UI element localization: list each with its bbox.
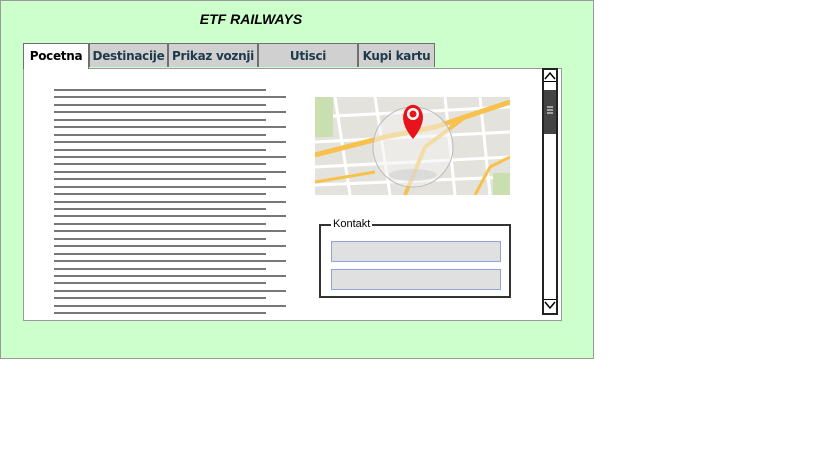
scroll-grip-icon [547, 106, 553, 114]
text-line [54, 141, 286, 144]
contact-legend: Kontakt [331, 218, 373, 230]
text-line [54, 297, 266, 300]
text-line [54, 193, 266, 196]
text-line [54, 252, 266, 255]
text-lines-placeholder [54, 89, 286, 320]
tab-kupi-kartu[interactable]: Kupi kartu [358, 43, 435, 67]
scroll-thumb[interactable] [544, 90, 556, 134]
text-line [54, 282, 266, 285]
tab-prikaz-voznji[interactable]: Prikaz voznji [168, 43, 258, 67]
text-line [54, 155, 286, 158]
text-line [54, 148, 266, 151]
text-line [54, 312, 266, 315]
text-line [54, 111, 286, 114]
tab-utisci-korisnika[interactable]: Utisci korisnika [258, 43, 358, 87]
contact-field-2[interactable] [331, 269, 501, 290]
contact-field-1[interactable] [331, 241, 501, 262]
page-title: ETF RAILWAYS [199, 11, 303, 27]
text-line [54, 126, 286, 129]
vertical-scrollbar[interactable] [542, 68, 558, 315]
text-line [54, 118, 266, 121]
text-line [54, 89, 266, 91]
text-line [54, 289, 286, 292]
app-window: ETF RAILWAYS Pocetna Destinacije Prikaz … [0, 0, 594, 359]
text-line [54, 133, 266, 136]
text-line [54, 170, 286, 173]
text-line [54, 200, 286, 203]
tab-destinacije[interactable]: Destinacije [89, 43, 168, 67]
text-line [54, 237, 266, 240]
text-line [54, 304, 286, 307]
text-line [54, 185, 286, 188]
text-line [54, 103, 266, 106]
text-line [54, 178, 266, 181]
text-line [54, 215, 286, 218]
text-line [54, 208, 266, 210]
text-line [54, 245, 286, 248]
text-line [54, 96, 286, 99]
text-line [54, 230, 286, 233]
map-graphic [315, 97, 510, 195]
text-line [54, 260, 286, 263]
text-line [54, 222, 266, 225]
contact-fieldset: Kontakt [319, 218, 511, 298]
text-line [54, 163, 266, 166]
scroll-up-arrow-icon[interactable] [544, 70, 556, 82]
text-line [54, 274, 286, 277]
scroll-down-arrow-icon[interactable] [544, 299, 556, 311]
map-image[interactable] [315, 97, 510, 195]
text-line [54, 267, 266, 270]
tab-pocetna[interactable]: Pocetna [23, 43, 89, 69]
